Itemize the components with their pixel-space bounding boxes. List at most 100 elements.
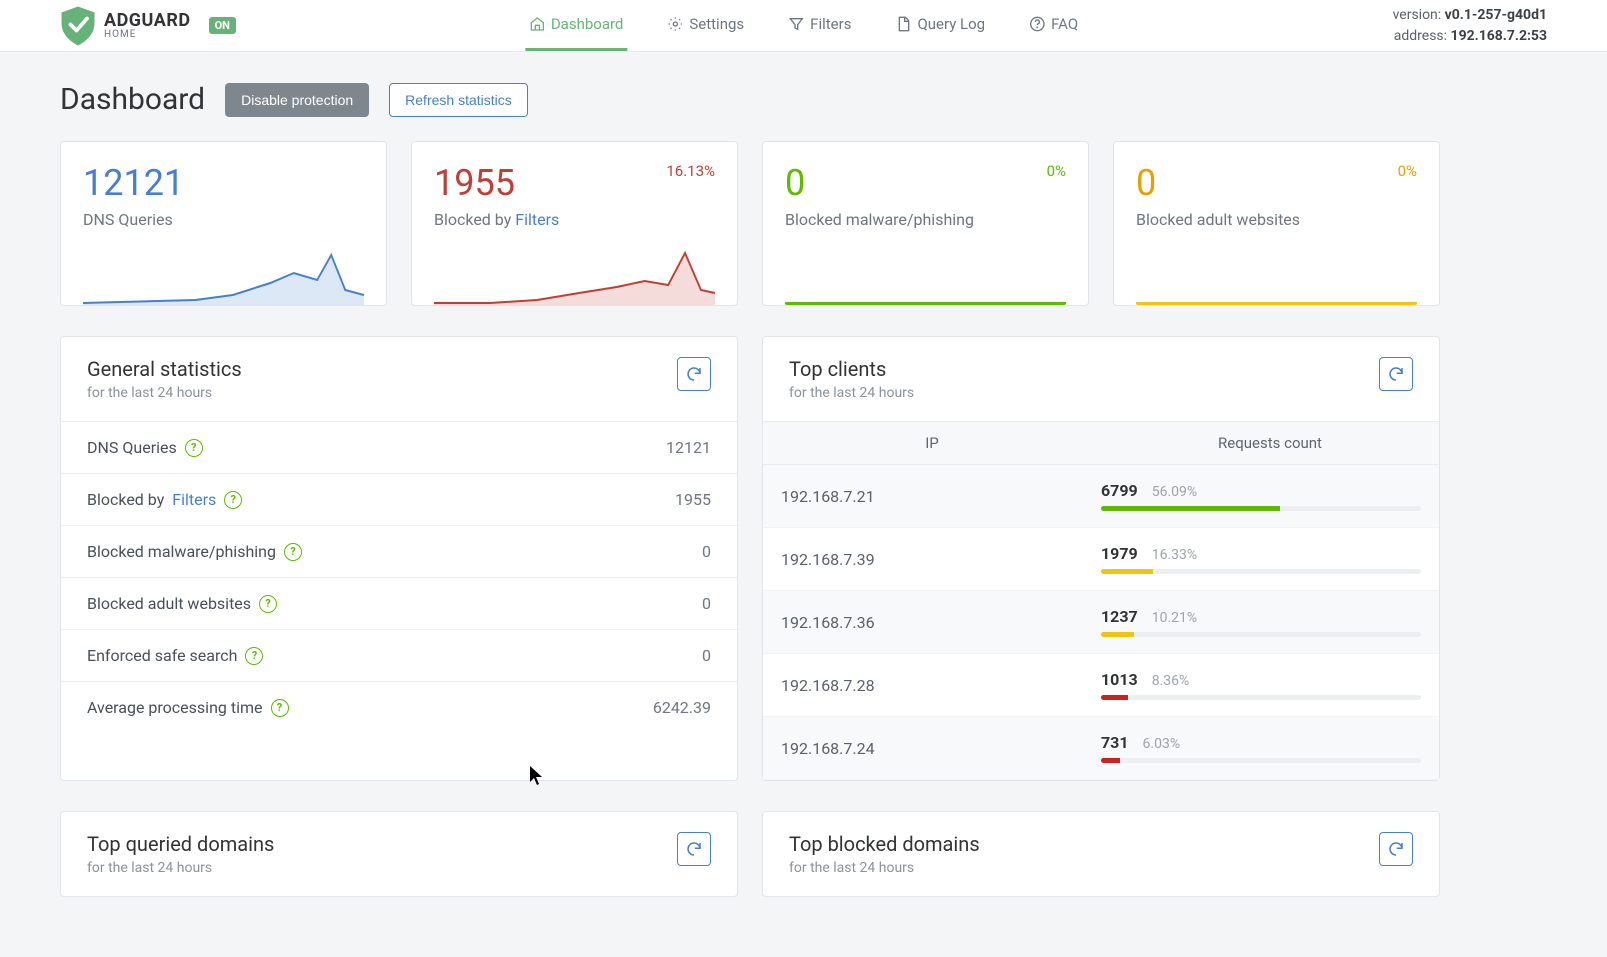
refresh-panel-button[interactable] bbox=[1379, 832, 1413, 866]
panel-title: Top clients bbox=[789, 357, 914, 381]
stat-label: DNS Queries bbox=[83, 210, 364, 229]
stat-pct: 0% bbox=[1047, 162, 1066, 180]
help-icon[interactable]: ? bbox=[245, 647, 263, 665]
progress-fill bbox=[1101, 758, 1120, 763]
shield-check-icon bbox=[60, 6, 96, 46]
help-icon bbox=[1029, 16, 1045, 32]
stat-card-blocked-malware: 0 0% Blocked malware/phishing bbox=[762, 141, 1089, 306]
version-value: v0.1-257-g40d1 bbox=[1445, 7, 1547, 23]
client-ip: 192.168.7.28 bbox=[781, 676, 1101, 695]
progress-bar bbox=[1101, 632, 1421, 637]
stat-cards-row: 12121 DNS Queries 1955 16.13% Blocked by… bbox=[60, 141, 1440, 306]
client-pct: 8.36% bbox=[1152, 673, 1190, 689]
panel-subtitle: for the last 24 hours bbox=[789, 860, 980, 876]
panel-title: Top blocked domains bbox=[789, 832, 980, 856]
top-blocked-domains-panel: Top blocked domains for the last 24 hour… bbox=[762, 811, 1440, 897]
filter-icon bbox=[788, 16, 804, 32]
general-stat-label: Blocked adult websites? bbox=[87, 594, 277, 613]
general-stat-row: Blocked adult websites?0 bbox=[61, 578, 737, 630]
filters-link[interactable]: Filters bbox=[172, 490, 216, 509]
refresh-panel-button[interactable] bbox=[677, 832, 711, 866]
nav-tabs: Dashboard Settings Filters Query Log FAQ bbox=[525, 0, 1082, 51]
version-label: version: bbox=[1393, 7, 1442, 23]
page-header: Dashboard Disable protection Refresh sta… bbox=[60, 82, 1440, 117]
client-row: 192.168.7.247316.03% bbox=[763, 717, 1439, 780]
general-stat-row: DNS Queries? 12121 bbox=[61, 422, 737, 474]
panel-subtitle: for the last 24 hours bbox=[87, 860, 274, 876]
progress-fill bbox=[1101, 632, 1134, 637]
general-statistics-panel: General statistics for the last 24 hours… bbox=[60, 336, 738, 781]
stat-label: Blocked by Filters bbox=[434, 210, 715, 229]
general-stat-row: Average processing time?6242.39 bbox=[61, 682, 737, 733]
general-stat-label: Blocked by Filters? bbox=[87, 490, 242, 509]
filters-link[interactable]: Filters bbox=[515, 210, 559, 229]
client-pct: 10.21% bbox=[1152, 610, 1197, 626]
general-stat-value: 6242.39 bbox=[653, 698, 711, 717]
nav-faq[interactable]: FAQ bbox=[1025, 0, 1082, 51]
brand-sub: HOME bbox=[104, 30, 191, 40]
stat-pct: 16.13% bbox=[666, 162, 715, 180]
baseline-bar bbox=[1136, 302, 1417, 305]
brand[interactable]: ADGUARD HOME ON bbox=[60, 6, 236, 46]
general-stat-value: 1955 bbox=[675, 490, 711, 509]
client-ip: 192.168.7.39 bbox=[781, 550, 1101, 569]
help-icon[interactable]: ? bbox=[284, 543, 302, 561]
refresh-panel-button[interactable] bbox=[1379, 357, 1413, 391]
help-icon[interactable]: ? bbox=[185, 439, 203, 457]
clients-table-head: IP Requests count bbox=[763, 422, 1439, 465]
stat-card-dns-queries: 12121 DNS Queries bbox=[60, 141, 387, 306]
nav-querylog[interactable]: Query Log bbox=[891, 0, 989, 51]
home-icon bbox=[529, 16, 545, 32]
client-pct: 16.33% bbox=[1152, 547, 1197, 563]
sparkline-icon bbox=[434, 245, 715, 305]
address-label: address: bbox=[1394, 28, 1447, 44]
nav-meta: version: v0.1-257-g40d1 address: 192.168… bbox=[1393, 5, 1547, 47]
file-icon bbox=[895, 16, 911, 32]
status-badge: ON bbox=[209, 17, 236, 34]
nav-filters[interactable]: Filters bbox=[784, 0, 855, 51]
nav-filters-label: Filters bbox=[810, 15, 851, 33]
refresh-statistics-button[interactable]: Refresh statistics bbox=[389, 83, 528, 117]
progress-fill bbox=[1101, 695, 1128, 700]
help-icon[interactable]: ? bbox=[259, 595, 277, 613]
general-stat-row: Enforced safe search? 0 bbox=[61, 630, 737, 682]
general-stat-value: 12121 bbox=[666, 438, 711, 457]
stat-pct: 0% bbox=[1398, 162, 1417, 180]
col-ip: IP bbox=[763, 422, 1101, 464]
nav-dashboard[interactable]: Dashboard bbox=[525, 0, 628, 51]
progress-bar bbox=[1101, 506, 1421, 511]
stat-card-blocked-adult: 0 0% Blocked adult websites bbox=[1113, 141, 1440, 306]
client-ip: 192.168.7.36 bbox=[781, 613, 1101, 632]
general-stat-label: Blocked malware/phishing? bbox=[87, 542, 302, 561]
stat-card-blocked-filters: 1955 16.13% Blocked by Filters bbox=[411, 141, 738, 306]
general-stat-value: 0 bbox=[702, 646, 711, 665]
panel-subtitle: for the last 24 hours bbox=[789, 385, 914, 401]
client-count: 731 bbox=[1101, 733, 1129, 752]
general-stat-label: Enforced safe search? bbox=[87, 646, 263, 665]
top-queried-domains-panel: Top queried domains for the last 24 hour… bbox=[60, 811, 738, 897]
stat-label: Blocked malware/phishing bbox=[785, 210, 1066, 229]
panel-subtitle: for the last 24 hours bbox=[87, 385, 242, 401]
stat-value: 12121 bbox=[83, 162, 184, 204]
disable-protection-button[interactable]: Disable protection bbox=[225, 83, 369, 117]
col-requests: Requests count bbox=[1101, 422, 1439, 464]
address-value: 192.168.7.2:53 bbox=[1451, 28, 1547, 44]
stat-label: Blocked adult websites bbox=[1136, 210, 1417, 229]
top-clients-panel: Top clients for the last 24 hours IP Req… bbox=[762, 336, 1440, 781]
help-icon[interactable]: ? bbox=[271, 699, 289, 717]
general-stat-label: DNS Queries? bbox=[87, 438, 203, 457]
panel-title: General statistics bbox=[87, 357, 242, 381]
stat-value: 0 bbox=[785, 162, 805, 204]
sparkline-icon bbox=[83, 245, 364, 305]
progress-fill bbox=[1101, 506, 1280, 511]
client-count: 1013 bbox=[1101, 670, 1138, 689]
refresh-panel-button[interactable] bbox=[677, 357, 711, 391]
client-row: 192.168.7.281013 8.36% bbox=[763, 654, 1439, 717]
general-stat-value: 0 bbox=[702, 542, 711, 561]
client-ip: 192.168.7.24 bbox=[781, 739, 1101, 758]
help-icon[interactable]: ? bbox=[224, 491, 242, 509]
client-count: 1979 bbox=[1101, 544, 1138, 563]
cursor-icon bbox=[530, 766, 544, 790]
client-pct: 56.09% bbox=[1152, 484, 1197, 500]
nav-settings[interactable]: Settings bbox=[663, 0, 748, 51]
